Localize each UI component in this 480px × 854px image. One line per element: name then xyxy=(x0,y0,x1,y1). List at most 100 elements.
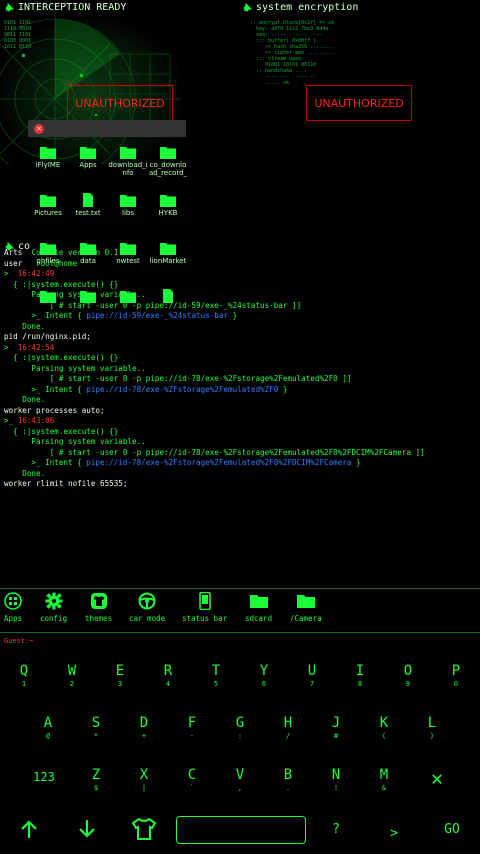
terminal-line: { :|system.execute() {} xyxy=(4,353,480,364)
key-symbol: ` xyxy=(189,784,195,792)
terminal-line: { :|system.execute() {} xyxy=(4,280,480,291)
dock-label: status bar xyxy=(182,614,228,623)
key-letter: C xyxy=(187,767,197,783)
key-a[interactable]: A @ xyxy=(26,715,70,741)
key-letter: J xyxy=(331,715,341,731)
dock-item[interactable]: /Camera xyxy=(290,592,322,623)
terminal-segment: Parsing system variable.. xyxy=(4,363,146,373)
key-z[interactable]: Z $ xyxy=(74,767,118,793)
file-item[interactable]: iFlyIME xyxy=(28,144,68,188)
key-symbol: . xyxy=(285,784,291,792)
key-c[interactable]: C ` xyxy=(170,767,214,793)
key-x[interactable]: X | xyxy=(122,767,166,793)
theme-key[interactable] xyxy=(130,817,158,845)
numbers-key[interactable]: 123 xyxy=(24,770,64,784)
dock-item[interactable]: sdcard xyxy=(245,592,272,623)
folder-icon xyxy=(40,192,56,207)
key-q[interactable]: Q1 xyxy=(2,663,46,689)
key-symbol: / xyxy=(285,732,291,740)
key-letter: P xyxy=(451,663,461,679)
key-n[interactable]: N! xyxy=(314,767,358,793)
dock-item[interactable]: car mode xyxy=(129,592,165,623)
file-item-label: download_info xyxy=(108,161,148,177)
dock-item[interactable]: themes xyxy=(85,592,112,623)
key-o[interactable]: O9 xyxy=(386,663,430,689)
dock-item[interactable]: config xyxy=(40,592,67,623)
key-l[interactable]: L) xyxy=(410,715,454,741)
key-u[interactable]: U7 xyxy=(290,663,334,689)
terminal-segment: { :|system.execute() {} xyxy=(4,279,119,289)
key-m[interactable]: M & xyxy=(362,767,406,793)
key-letter: L xyxy=(427,715,437,731)
terminal-segment: Parsing system variable.. xyxy=(4,437,146,446)
key-s[interactable]: S * xyxy=(74,715,118,741)
close-icon[interactable]: ✕ xyxy=(34,123,44,134)
key-f[interactable]: F- xyxy=(170,715,214,741)
terminal-segment: >_ xyxy=(4,416,18,425)
file-item[interactable]: test.txt xyxy=(68,192,108,236)
key-v[interactable]: V, xyxy=(218,767,262,793)
interception-label: INTERCEPTION READY xyxy=(18,2,127,13)
key-g[interactable]: G: xyxy=(218,715,262,741)
key-letter: H xyxy=(283,715,293,731)
arrow-up-key[interactable] xyxy=(16,818,42,844)
arrow-down-icon xyxy=(79,820,95,838)
steering-wheel-icon xyxy=(138,592,156,610)
terminal-segment: 16:42:54 xyxy=(17,342,55,352)
key-symbol: | xyxy=(141,784,147,792)
file-item[interactable]: libs xyxy=(108,192,148,236)
delete-key[interactable]: ✕ xyxy=(422,766,452,790)
file-item[interactable]: co_download_record_ xyxy=(148,144,188,188)
key-d[interactable]: D + xyxy=(122,715,166,741)
phone-icon xyxy=(196,591,214,611)
key-j[interactable]: J # xyxy=(314,715,358,741)
key-letter: X xyxy=(139,767,149,783)
file-item[interactable]: download_info xyxy=(108,144,148,188)
space-bar[interactable] xyxy=(176,816,306,844)
key-symbol: 2 xyxy=(69,680,75,688)
file-icon xyxy=(80,192,96,207)
terminal-segment: Done. xyxy=(4,468,46,478)
dock-label: car mode xyxy=(129,614,166,623)
go-key[interactable]: GO xyxy=(438,822,466,837)
arrow-key[interactable]: > xyxy=(386,826,402,841)
key-symbol: 6 xyxy=(261,680,267,688)
key-i[interactable]: I8 xyxy=(338,663,382,689)
key-symbol: 8 xyxy=(357,680,363,688)
key-t[interactable]: T5 xyxy=(194,663,238,689)
question-key[interactable]: ? xyxy=(328,822,344,837)
file-item-label: libs xyxy=(122,209,134,217)
key-symbol: * xyxy=(93,732,99,740)
terminal-line: >_ Intent { pipe://id-78/exe-%2Fstorage%… xyxy=(4,385,480,396)
terminal-segment: Console version 0.1.3 xyxy=(22,248,128,257)
terminal-line: > 16:42:49 xyxy=(4,269,480,280)
key-w[interactable]: W2 xyxy=(50,663,94,689)
terminal-segment: >_ Intent { xyxy=(4,384,87,394)
key-r[interactable]: R4 xyxy=(146,663,190,689)
key-b[interactable]: B. xyxy=(266,767,310,793)
key-symbol: + xyxy=(141,732,147,740)
dock-item[interactable]: status bar xyxy=(182,591,228,623)
arrow-down-key[interactable] xyxy=(74,818,100,844)
file-item[interactable]: HYKB xyxy=(148,192,188,236)
pin-icon xyxy=(4,2,14,13)
file-item[interactable]: Apps xyxy=(68,144,108,188)
terminal-line: [ # start -user 0 -p pipe://id-78/exe-%2… xyxy=(4,448,480,459)
terminal-segment: { :|system.execute() {} xyxy=(4,426,119,436)
terminal-segment: pipe://id-78/exe-%2Fstorage%2Femulated%2… xyxy=(86,458,352,467)
key-symbol: , xyxy=(237,784,243,792)
key-letter: O xyxy=(403,663,413,679)
dock-item[interactable]: Apps xyxy=(4,592,22,623)
key-k[interactable]: K( xyxy=(362,715,406,741)
key-p[interactable]: P0 xyxy=(434,663,478,689)
key-symbol: & xyxy=(381,784,387,792)
terminal-segment: pid /run/nginx.pid; xyxy=(4,332,91,341)
key-h[interactable]: H / xyxy=(266,715,310,741)
unauthorized-badge: UNAUTHORIZED xyxy=(67,85,173,121)
key-e[interactable]: E3 xyxy=(98,663,142,689)
file-item[interactable]: Pictures xyxy=(28,192,68,236)
key-y[interactable]: Y6 xyxy=(242,663,286,689)
terminal-segment: worker processes auto; xyxy=(4,405,105,415)
terminal-line: Arts Console version 0.1.3 xyxy=(4,248,480,259)
terminal-segment: >_ Intent { xyxy=(4,311,87,320)
